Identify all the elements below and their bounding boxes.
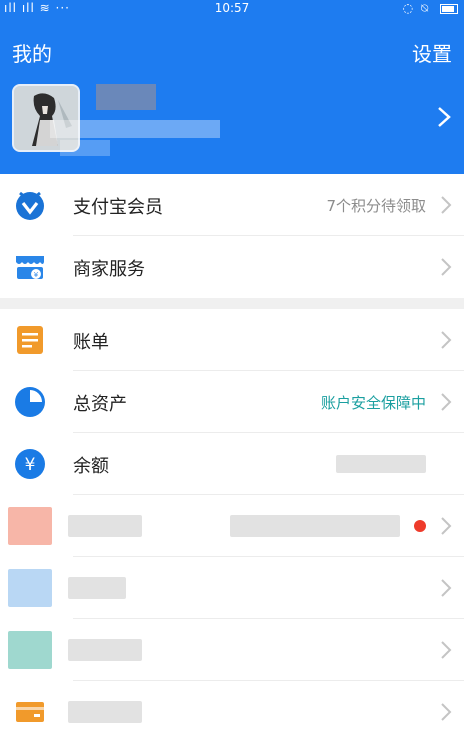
card-icon	[16, 702, 44, 722]
masked-icon	[8, 507, 52, 545]
chevron-right-icon	[441, 331, 452, 349]
masked-account	[50, 120, 220, 138]
masked-balance	[336, 455, 426, 473]
balance-label: 余额	[73, 456, 109, 477]
status-bar: ıll ıll ≋ ··· 10:57 ◌ ⍉	[0, 0, 464, 18]
security-status-text: 账户安全保障中	[320, 394, 426, 412]
chevron-right-icon	[438, 107, 451, 127]
chevron-right-icon	[441, 258, 452, 276]
member-badge-icon	[16, 191, 44, 220]
status-time: 10:57	[214, 1, 250, 15]
page-title: 我的	[12, 42, 52, 66]
settings-button[interactable]: 设置	[412, 38, 452, 67]
total-assets-label: 总资产	[73, 394, 127, 415]
masked-label	[68, 515, 142, 537]
masked-value	[230, 515, 400, 537]
section-membership: 支付宝会员 7个积分待领取 ¥ 商家服务	[0, 174, 464, 298]
list-item-masked-4[interactable]	[0, 681, 464, 732]
masked-label	[68, 639, 142, 661]
chevron-right-icon	[441, 703, 452, 721]
chevron-right-icon	[441, 641, 452, 659]
status-indicators: ◌ ⍉	[403, 1, 458, 16]
list-item-merchant[interactable]: ¥ 商家服务	[0, 236, 464, 298]
merchant-label: 商家服务	[73, 259, 145, 280]
member-points-text: 7个积分待领取	[326, 197, 426, 215]
masked-label	[68, 701, 142, 723]
svg-text:¥: ¥	[34, 271, 39, 279]
list-item-masked-3[interactable]	[0, 619, 464, 681]
alarm-mute-icons: ◌ ⍉	[402, 1, 431, 15]
masked-label	[68, 577, 126, 599]
bill-icon	[17, 326, 43, 354]
list-item-balance[interactable]: ¥ 余额	[0, 433, 464, 495]
battery-icon	[440, 3, 458, 14]
masked-icon	[8, 569, 52, 607]
chevron-right-icon	[441, 393, 452, 411]
bill-label: 账单	[73, 332, 109, 353]
list-item-masked-1[interactable]	[0, 495, 464, 557]
shop-icon: ¥	[16, 256, 44, 279]
masked-icon	[8, 631, 52, 669]
yuan-icon: ¥	[15, 449, 45, 479]
profile-card[interactable]	[0, 80, 464, 168]
member-label: 支付宝会员	[73, 197, 163, 218]
profile-header: 我的 设置	[0, 18, 464, 174]
list-item-bill[interactable]: 账单	[0, 309, 464, 371]
list-item-member[interactable]: 支付宝会员 7个积分待领取	[0, 174, 464, 236]
chevron-right-icon	[441, 579, 452, 597]
masked-account-2	[60, 140, 110, 156]
svg-text:¥: ¥	[25, 455, 36, 475]
section-assets: 账单 总资产 账户安全保障中 ¥ 余额	[0, 309, 464, 732]
section-gap	[0, 298, 464, 309]
notification-dot	[414, 520, 426, 532]
list-item-masked-2[interactable]	[0, 557, 464, 619]
pie-chart-icon	[15, 387, 45, 417]
masked-name	[96, 84, 156, 110]
chevron-right-icon	[441, 196, 452, 214]
list-item-total-assets[interactable]: 总资产 账户安全保障中	[0, 371, 464, 433]
chevron-right-icon	[441, 517, 452, 535]
